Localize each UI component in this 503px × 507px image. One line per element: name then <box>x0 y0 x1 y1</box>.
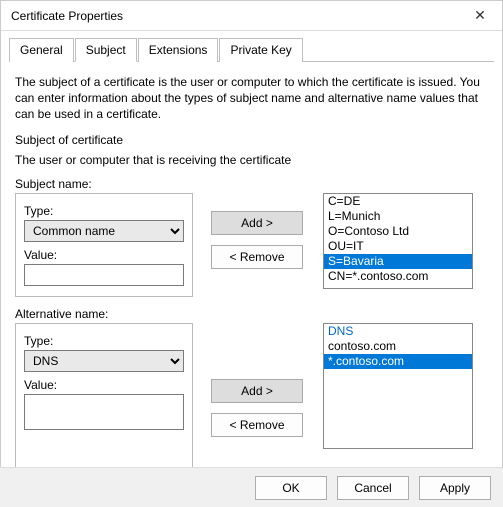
list-item[interactable]: CN=*.contoso.com <box>324 269 472 284</box>
list-item[interactable]: contoso.com <box>324 339 472 354</box>
titlebar: Certificate Properties ✕ <box>1 1 502 31</box>
tab-general[interactable]: General <box>9 38 74 62</box>
list-item[interactable]: S=Bavaria <box>324 254 472 269</box>
list-header: DNS <box>324 324 472 339</box>
sn-add-button[interactable]: Add > <box>211 211 303 235</box>
list-item[interactable]: C=DE <box>324 194 472 209</box>
tab-extensions[interactable]: Extensions <box>138 38 219 62</box>
tab-content: The subject of a certificate is the user… <box>1 62 502 487</box>
an-add-button[interactable]: Add > <box>211 379 303 403</box>
an-value-input[interactable] <box>24 394 184 430</box>
sn-value-input[interactable] <box>24 264 184 286</box>
an-value-label: Value: <box>24 378 184 392</box>
sn-buttons-col: Add > < Remove <box>211 193 305 297</box>
sn-type-label: Type: <box>24 204 184 218</box>
an-remove-button[interactable]: < Remove <box>211 413 303 437</box>
sn-remove-button[interactable]: < Remove <box>211 245 303 269</box>
an-type-select[interactable]: DNS <box>24 350 184 372</box>
tab-subject[interactable]: Subject <box>75 38 137 62</box>
apply-button[interactable]: Apply <box>419 476 491 500</box>
list-item[interactable]: L=Munich <box>324 209 472 224</box>
subject-name-heading: Subject name: <box>15 177 488 191</box>
description-text: The subject of a certificate is the user… <box>15 74 488 123</box>
an-type-label: Type: <box>24 334 184 348</box>
alt-name-group: Type: DNS Value: <box>15 323 193 479</box>
alt-name-row: Type: DNS Value: Add > < Remove DNS cont… <box>15 323 488 479</box>
subject-name-group: Type: Common name Value: <box>15 193 193 297</box>
tab-private-key[interactable]: Private Key <box>219 38 302 62</box>
an-buttons-col: Add > < Remove <box>211 323 305 479</box>
list-item[interactable]: O=Contoso Ltd <box>324 224 472 239</box>
ok-button[interactable]: OK <box>255 476 327 500</box>
sn-listbox[interactable]: C=DE L=Munich O=Contoso Ltd OU=IT S=Bava… <box>323 193 473 289</box>
alt-name-heading: Alternative name: <box>15 307 488 321</box>
dialog-footer: OK Cancel Apply <box>0 467 503 507</box>
window-title: Certificate Properties <box>11 9 123 23</box>
close-icon[interactable]: ✕ <box>458 1 502 31</box>
list-item[interactable]: OU=IT <box>324 239 472 254</box>
subject-name-row: Type: Common name Value: Add > < Remove … <box>15 193 488 297</box>
subject-receiving-label: The user or computer that is receiving t… <box>15 153 488 167</box>
an-listbox[interactable]: DNS contoso.com *.contoso.com <box>323 323 473 449</box>
sn-type-select[interactable]: Common name <box>24 220 184 242</box>
sn-value-label: Value: <box>24 248 184 262</box>
cancel-button[interactable]: Cancel <box>337 476 409 500</box>
list-item[interactable]: *.contoso.com <box>324 354 472 369</box>
tab-strip: General Subject Extensions Private Key <box>1 31 502 61</box>
subject-of-cert-label: Subject of certificate <box>15 133 488 147</box>
